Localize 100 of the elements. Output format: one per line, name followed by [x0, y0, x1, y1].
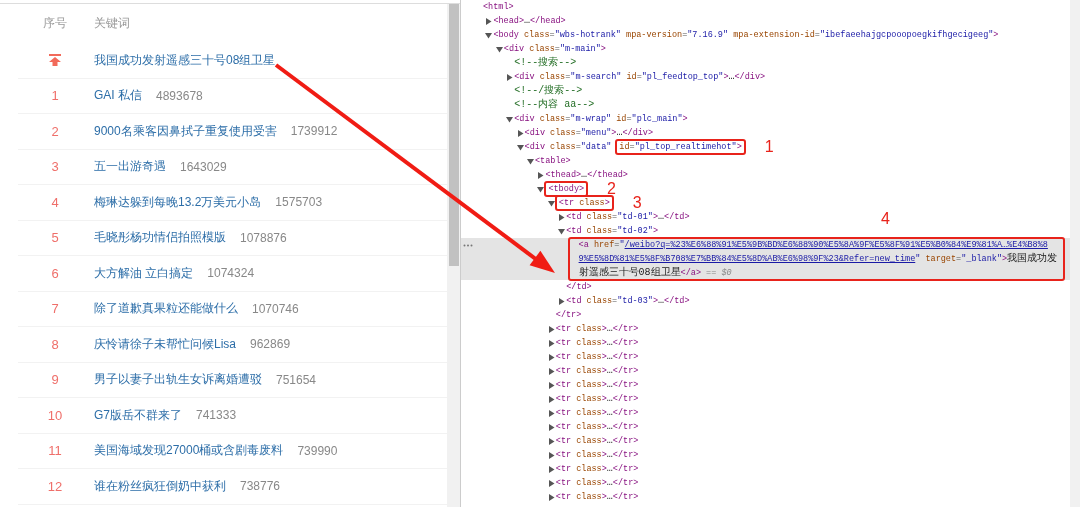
keyword-link[interactable]: 庆怜请徐子未帮忙问候Lisa: [94, 335, 236, 353]
toggle-triangle-icon[interactable]: [547, 437, 555, 445]
rank-number: 4: [51, 194, 59, 210]
hot-count: 751654: [276, 372, 317, 387]
code-line: <table>: [535, 155, 571, 168]
rank-number: 7: [51, 301, 59, 317]
code-line: <tr class>…</tr>: [555, 448, 639, 462]
code-line: <div class="m-main">: [503, 43, 606, 56]
more-icon[interactable]: [463, 244, 473, 247]
code-line: <tr class>…</tr>: [555, 378, 639, 392]
keyword-link[interactable]: 大方解油 立白搞定: [94, 264, 194, 282]
toggle-triangle-icon[interactable]: [547, 353, 555, 361]
code-line: <tr class>…</tr>: [555, 490, 639, 504]
toggle-triangle-icon[interactable]: [485, 17, 493, 25]
code-line: <div class="menu">…</div>: [524, 126, 654, 140]
toggle-triangle-icon[interactable]: [547, 423, 555, 431]
code-line: <tr class>…</tr>: [555, 392, 639, 406]
toggle-triangle-icon[interactable]: [495, 45, 503, 53]
toggle-triangle-icon[interactable]: [558, 227, 566, 235]
annotation-label: 4: [881, 212, 890, 226]
column-header: 序号: [42, 15, 68, 32]
keyword-link[interactable]: 男子以妻子出轨生女诉离婚遭驳: [94, 371, 262, 389]
hot-count: 1575703: [275, 195, 323, 210]
toggle-triangle-icon[interactable]: [558, 213, 566, 221]
toggle-triangle-icon[interactable]: [558, 297, 566, 305]
annotation-label: 2: [607, 182, 616, 196]
keyword-link[interactable]: 毛晓彤杨功情侣拍照模版: [94, 229, 226, 247]
toggle-triangle-icon[interactable]: [516, 143, 524, 151]
annotation-box: <a href="/weibo?q=%23%E6%88%91%E5%9B%BD%E6%88%90%E5%8A%9F%E5%8F%91%E5%B0%84%E9%81%A…%E4%B8%89%E5%8D%81%E5%8F%B708%E7%BB%84%E5%8D%AB%E6%98%9F%23&Refer=new_time" target="_blank">我国成功发射遥感三十号08组卫星</a> == $0: [568, 238, 1064, 280]
rank-number: 3: [51, 159, 59, 175]
hot-count: 1739912: [290, 124, 338, 139]
keyword-link[interactable]: 美国海域发现27000桶或含剧毒废料: [94, 442, 284, 460]
scrollbar-thumb[interactable]: [449, 4, 459, 266]
keyword-link[interactable]: 谁在粉丝疯狂倒奶中获利: [94, 477, 226, 495]
annotation-box: <tr class>: [555, 196, 613, 210]
rank-number: 5: [51, 230, 59, 246]
hot-count: 1643029: [180, 159, 227, 174]
code-line: <html>: [483, 1, 514, 14]
code-line: <tr class>…</tr>: [555, 336, 639, 350]
toggle-triangle-icon[interactable]: [547, 367, 555, 375]
hot-count: 1074324: [207, 266, 255, 281]
code-line: <tr class>…</tr>: [555, 434, 639, 448]
toggle-triangle-icon[interactable]: [547, 199, 555, 207]
toggle-triangle-icon[interactable]: [506, 115, 514, 123]
code-line: <!--搜索-->: [514, 56, 577, 70]
annotation-label: 1: [764, 140, 774, 154]
annotation-box: <tbody>: [545, 182, 588, 196]
keyword-link[interactable]: 我国成功发射遥感三十号08组卫星: [94, 51, 276, 69]
toggle-triangle-icon[interactable]: [537, 185, 545, 193]
toggle-triangle-icon[interactable]: [547, 493, 555, 501]
rank-number: 1: [51, 88, 59, 104]
code-line: <tr class>…</tr>: [555, 350, 639, 364]
toggle-triangle-icon[interactable]: [547, 451, 555, 459]
toggle-triangle-icon[interactable]: [547, 409, 555, 417]
toggle-triangle-icon[interactable]: [516, 129, 524, 137]
code-line: </tr>: [555, 309, 582, 322]
toggle-triangle-icon[interactable]: [547, 325, 555, 333]
toggle-triangle-icon[interactable]: [506, 73, 514, 81]
code-line: <tr class>…</tr>: [555, 476, 639, 490]
code-line: <div class="m-wrap" id="plc_main">: [514, 113, 688, 126]
keyword-link[interactable]: G7版岳不群来了: [94, 406, 182, 424]
scrollbar[interactable]: [1070, 0, 1080, 507]
hot-count: 738776: [240, 479, 281, 494]
rank-number: 12: [47, 478, 63, 494]
code-line: <head>…</head>: [493, 14, 566, 28]
hot-count: 4893678: [156, 88, 203, 103]
toggle-triangle-icon[interactable]: [547, 479, 555, 487]
hot-count: 741333: [196, 408, 237, 423]
hot-count: 739990: [297, 443, 338, 458]
keyword-link[interactable]: 9000名乘客因鼻拭子重复使用受害: [94, 122, 277, 140]
scrollbar[interactable]: [447, 4, 460, 507]
toggle-triangle-icon[interactable]: [537, 171, 545, 179]
keyword-link[interactable]: 五一出游奇遇: [94, 158, 166, 176]
code-line: <!--内容 aa-->: [514, 98, 595, 112]
toggle-triangle-icon[interactable]: [547, 465, 555, 473]
rank-number: 8: [51, 336, 59, 352]
hot-count: 1070746: [252, 301, 299, 316]
toggle-triangle-icon[interactable]: [547, 395, 555, 403]
toggle-triangle-icon[interactable]: [527, 157, 534, 165]
code-line: <body class="wbs-hotrank" mpa-version="7.16.9" mpa-extension-id="ibefaeehajgcpooopoegkifhgecigeeg">: [493, 29, 999, 42]
rank-number: 11: [48, 443, 62, 459]
column-header: 关键词: [93, 15, 130, 32]
rank-number: 9: [51, 372, 59, 388]
hot-count: 962869: [250, 337, 291, 352]
code-line: <tr class>…</tr>: [555, 364, 639, 378]
hot-count: 1078876: [240, 230, 287, 245]
toggle-triangle-icon[interactable]: [547, 381, 555, 389]
keyword-link[interactable]: 梅琳达躲到每晚13.2万美元小岛: [94, 193, 262, 211]
code-line: <td class="td-02">: [566, 225, 659, 238]
keyword-link[interactable]: GAI 私信: [94, 87, 142, 105]
code-line: <div class="m-search" id="pl_feedtop_top">…</div>: [514, 70, 766, 84]
code-line: <tr class>…</tr>: [555, 462, 639, 476]
code-line: <td class="td-03">…</td>: [566, 294, 690, 308]
code-line: <tr class>…</tr>: [555, 322, 639, 336]
keyword-link[interactable]: 除了道歉真果粒还能做什么: [94, 300, 238, 318]
code-line: <thead>…</thead>: [545, 168, 628, 182]
toggle-triangle-icon[interactable]: [485, 31, 493, 39]
rank-number: 10: [47, 407, 63, 423]
toggle-triangle-icon[interactable]: [547, 339, 555, 347]
annotation-label: 3: [632, 196, 642, 210]
